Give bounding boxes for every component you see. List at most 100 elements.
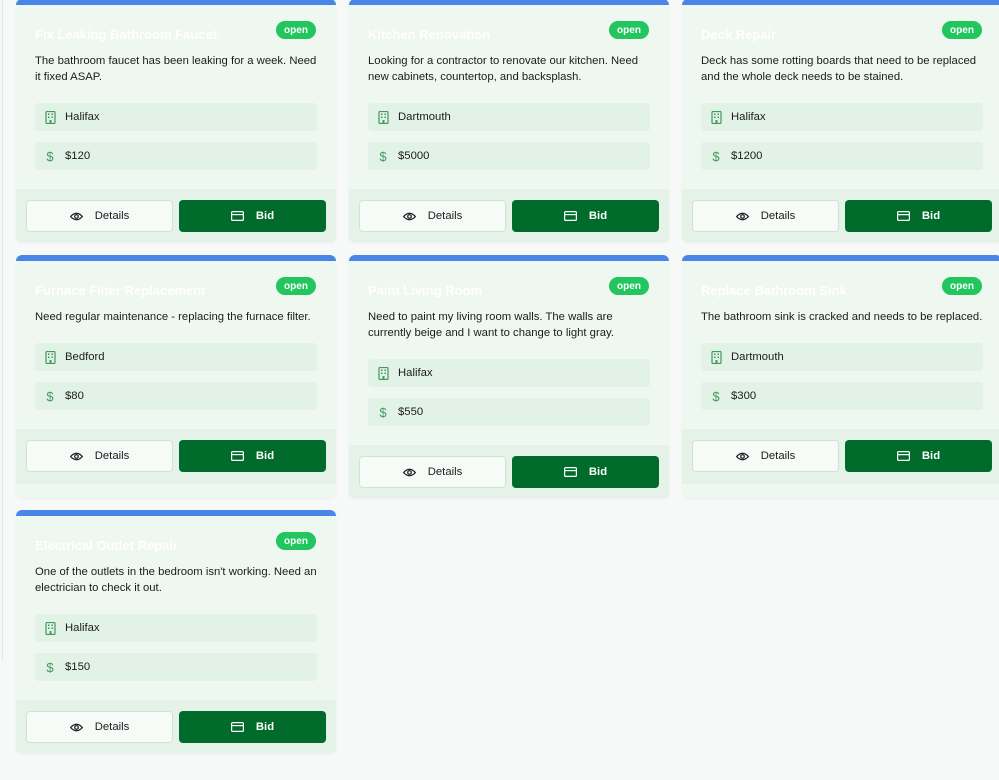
bid-button[interactable]: Bid	[845, 440, 992, 472]
dollar-icon: $	[46, 659, 54, 675]
location-row: Dartmouth	[701, 343, 983, 371]
details-label: Details	[94, 210, 130, 222]
price-label: $5000	[398, 150, 430, 162]
details-label: Details	[427, 210, 463, 222]
job-card: Paint Living Room open Need to paint my …	[349, 255, 669, 498]
location-label: Halifax	[65, 622, 100, 634]
job-title: Fix Leaking Bathroom Faucet	[35, 27, 218, 42]
building-icon	[376, 366, 390, 380]
price-row: $ $120	[35, 142, 317, 170]
job-description: The bathroom faucet has been leaking for…	[35, 55, 317, 83]
credit-card-icon	[230, 451, 244, 461]
price-label: $150	[65, 661, 91, 673]
price-label: $1200	[731, 150, 763, 162]
status-badge: open	[609, 277, 649, 295]
job-description: Need to paint my living room walls. The …	[368, 311, 614, 339]
eye-icon	[402, 468, 416, 477]
bid-button[interactable]: Bid	[179, 711, 326, 743]
bid-button[interactable]: Bid	[179, 440, 326, 472]
card-footer: Details Bid	[682, 429, 999, 484]
bid-button[interactable]: Bid	[845, 200, 992, 232]
job-description: Looking for a contractor to renovate our…	[368, 55, 639, 83]
eye-icon	[69, 212, 83, 221]
details-button[interactable]: Details	[692, 440, 839, 472]
bid-label: Bid	[255, 210, 275, 222]
status-badge: open	[276, 277, 316, 295]
details-button[interactable]: Details	[359, 200, 506, 232]
sidebar-edge	[0, 0, 3, 660]
status-badge: open	[276, 532, 316, 550]
location-row: Halifax	[35, 103, 317, 131]
details-label: Details	[94, 721, 130, 733]
price-label: $80	[65, 390, 84, 402]
building-icon	[709, 110, 723, 124]
credit-card-icon	[230, 722, 244, 732]
status-badge: open	[609, 21, 649, 39]
price-row: $ $80	[35, 382, 317, 410]
details-label: Details	[760, 210, 796, 222]
location-row: Bedford	[35, 343, 317, 371]
price-row: $ $550	[368, 398, 650, 426]
card-accent-bar	[16, 510, 336, 516]
job-description: Deck has some rotting boards that need t…	[701, 55, 977, 83]
price-label: $120	[65, 150, 91, 162]
details-label: Details	[760, 450, 796, 462]
credit-card-icon	[563, 467, 577, 477]
job-title: Electrical Outlet Repair	[35, 538, 179, 553]
details-label: Details	[427, 466, 463, 478]
card-footer: Details Bid	[349, 445, 669, 498]
price-row: $ $300	[701, 382, 983, 410]
bid-button[interactable]: Bid	[179, 200, 326, 232]
bid-label: Bid	[921, 450, 941, 462]
card-footer: Details Bid	[16, 189, 336, 242]
job-title: Furnace Filter Replacement	[35, 283, 206, 298]
job-card: Furnace Filter Replacement open Need reg…	[16, 255, 336, 498]
credit-card-icon	[563, 211, 577, 221]
location-label: Halifax	[65, 111, 100, 123]
bid-label: Bid	[588, 466, 608, 478]
job-card: Electrical Outlet Repair open One of the…	[16, 510, 336, 753]
location-label: Dartmouth	[398, 111, 451, 123]
card-footer: Details Bid	[16, 429, 336, 484]
price-row: $ $150	[35, 653, 317, 681]
card-accent-bar	[16, 255, 336, 261]
job-card: Fix Leaking Bathroom Faucet open The bat…	[16, 0, 336, 242]
status-badge: open	[942, 277, 982, 295]
card-accent-bar	[349, 0, 669, 5]
details-button[interactable]: Details	[26, 200, 173, 232]
card-footer: Details Bid	[682, 189, 999, 242]
location-row: Halifax	[701, 103, 983, 131]
job-description: The bathroom sink is cracked and needs t…	[701, 311, 983, 323]
price-row: $ $1200	[701, 142, 983, 170]
bid-label: Bid	[255, 721, 275, 733]
details-button[interactable]: Details	[26, 711, 173, 743]
building-icon	[43, 350, 57, 364]
eye-icon	[735, 452, 749, 461]
status-badge: open	[942, 21, 982, 39]
job-title: Deck Repair	[701, 27, 777, 42]
card-footer: Details Bid	[16, 700, 336, 753]
dollar-icon: $	[379, 404, 387, 420]
location-row: Halifax	[35, 614, 317, 642]
details-button[interactable]: Details	[26, 440, 173, 472]
eye-icon	[735, 212, 749, 221]
location-label: Halifax	[398, 367, 433, 379]
card-accent-bar	[349, 255, 669, 261]
location-label: Dartmouth	[731, 351, 784, 363]
details-button[interactable]: Details	[692, 200, 839, 232]
credit-card-icon	[896, 451, 910, 461]
bid-button[interactable]: Bid	[512, 456, 659, 488]
dollar-icon: $	[712, 148, 720, 164]
eye-icon	[69, 723, 83, 732]
job-title: Kitchen Renovation	[368, 27, 491, 42]
bid-button[interactable]: Bid	[512, 200, 659, 232]
details-button[interactable]: Details	[359, 456, 506, 488]
card-accent-bar	[682, 255, 999, 261]
dollar-icon: $	[46, 148, 54, 164]
details-label: Details	[94, 450, 130, 462]
bid-label: Bid	[588, 210, 608, 222]
eye-icon	[69, 452, 83, 461]
job-card: Kitchen Renovation open Looking for a co…	[349, 0, 669, 242]
dollar-icon: $	[379, 148, 387, 164]
building-icon	[43, 621, 57, 635]
